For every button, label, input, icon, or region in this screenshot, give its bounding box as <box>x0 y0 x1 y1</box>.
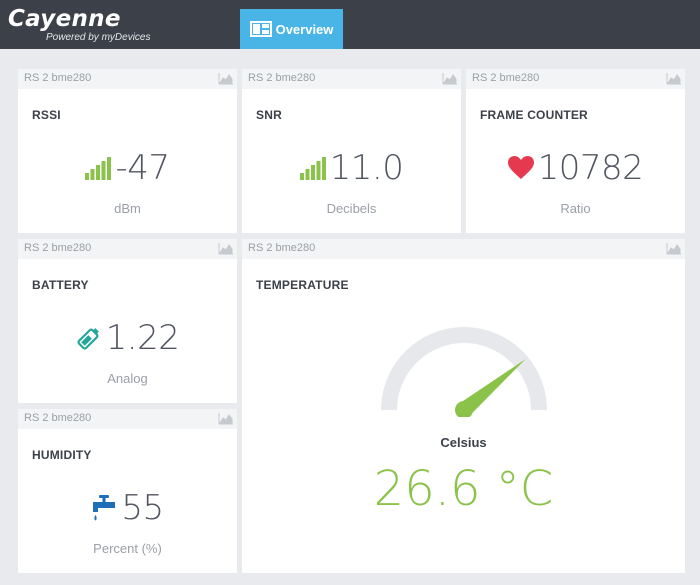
widget-unit: Decibels <box>326 201 377 216</box>
dashboard-icon <box>249 21 272 37</box>
widget-value: 10782 <box>537 148 644 188</box>
widget-header: RS 2 bme280 <box>242 69 461 89</box>
tab-overview[interactable]: Overview <box>240 9 343 49</box>
widget-title: TEMPERATURE <box>256 278 349 292</box>
device-name: RS 2 bme280 <box>24 72 92 84</box>
widget-title: FRAME COUNTER <box>480 108 588 122</box>
widget-header: RS 2 bme280 <box>18 69 237 89</box>
chart-icon[interactable] <box>218 72 234 85</box>
device-name: RS 2 bme280 <box>472 72 540 84</box>
device-name: RS 2 bme280 <box>24 412 92 424</box>
widget-value: 11.0 <box>329 148 404 188</box>
widget-unit: dBm <box>114 201 141 216</box>
widget-unit: Percent (%) <box>93 541 162 556</box>
widget-rssi[interactable]: RS 2 bme280 RSSI -47 dBm <box>18 69 237 233</box>
widget-unit: Analog <box>107 371 148 386</box>
chart-icon[interactable] <box>666 242 682 255</box>
widget-value: 55 <box>121 488 164 528</box>
device-name: RS 2 bme280 <box>248 242 316 254</box>
chart-icon[interactable] <box>218 242 234 255</box>
widget-value-row: -47 <box>18 148 237 188</box>
top-bar: Cayenne Powered by myDevices Overview <box>0 0 700 49</box>
device-name: RS 2 bme280 <box>24 242 92 254</box>
brand-logo[interactable]: Cayenne Powered by myDevices <box>8 6 150 43</box>
heart-icon <box>507 156 534 179</box>
signal-bars-icon <box>85 157 112 180</box>
chart-icon[interactable] <box>218 412 234 425</box>
chart-icon[interactable] <box>666 72 682 85</box>
widget-value-row: 1.22 <box>18 318 237 358</box>
battery-icon <box>77 328 99 350</box>
widget-header: RS 2 bme280 <box>18 239 237 259</box>
widget-header: RS 2 bme280 <box>242 239 685 259</box>
chart-icon[interactable] <box>442 72 458 85</box>
widget-value-row: 10782 <box>466 148 685 188</box>
gauge-track <box>381 327 547 411</box>
widget-value: 1.22 <box>105 318 180 358</box>
brand-name: Cayenne <box>8 6 121 32</box>
widget-title: RSSI <box>32 108 61 122</box>
widget-title: HUMIDITY <box>32 448 92 462</box>
widget-title: BATTERY <box>32 278 89 292</box>
widget-humidity[interactable]: RS 2 bme280 HUMIDITY 55 Percent (%) <box>18 409 237 573</box>
device-name: RS 2 bme280 <box>248 72 316 84</box>
gauge-unit-label: Celsius <box>440 435 487 450</box>
widget-unit: Ratio <box>560 201 591 216</box>
widget-battery[interactable]: RS 2 bme280 BATTERY 1.22 Analog <box>18 239 237 403</box>
widget-temperature[interactable]: RS 2 bme280 TEMPERATURE Celsius 26.6 °C <box>242 239 685 573</box>
widget-header: RS 2 bme280 <box>466 69 685 89</box>
widget-value-row: 11.0 <box>242 148 461 188</box>
widget-snr[interactable]: RS 2 bme280 SNR 11.0 Decibels <box>242 69 461 233</box>
widget-title: SNR <box>256 108 282 122</box>
widget-frame-counter[interactable]: RS 2 bme280 FRAME COUNTER 10782 Ratio <box>466 69 685 233</box>
temperature-value: 26.6 °C <box>373 461 554 517</box>
water-tap-icon <box>93 495 116 521</box>
widget-value: -47 <box>115 148 170 188</box>
widget-value-row: 55 <box>18 488 237 528</box>
widget-header: RS 2 bme280 <box>18 409 237 429</box>
signal-bars-icon <box>299 157 326 180</box>
brand-tagline: Powered by myDevices <box>46 32 151 43</box>
tab-overview-label: Overview <box>275 21 334 37</box>
gauge-icon <box>381 327 547 417</box>
